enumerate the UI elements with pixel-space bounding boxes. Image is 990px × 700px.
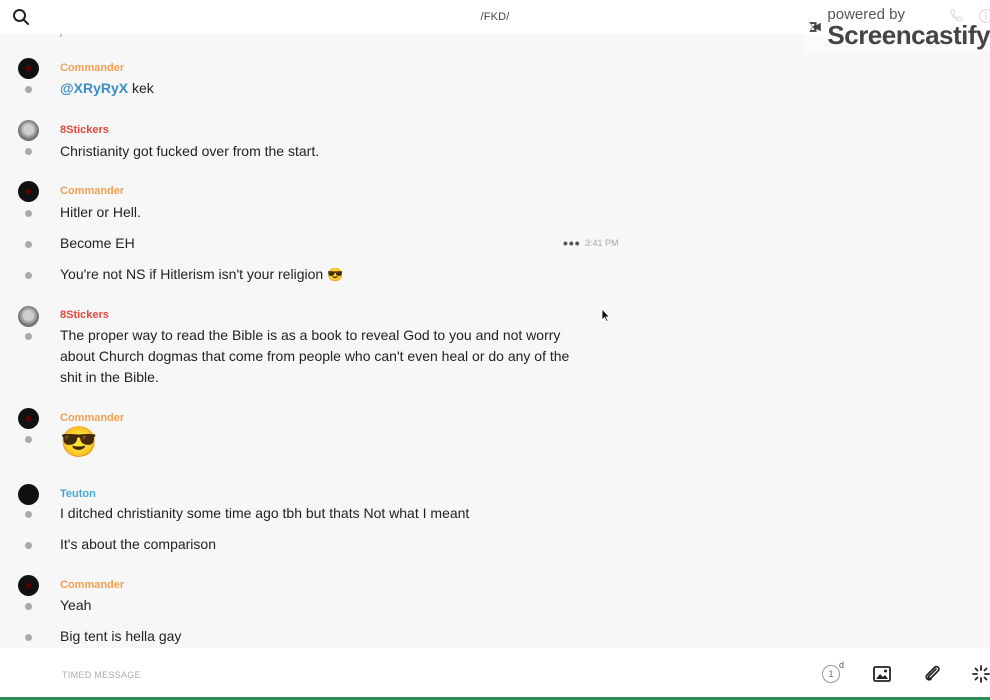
message-text[interactable]: It's about the comparison: [60, 534, 216, 555]
message-bullet: [25, 542, 32, 549]
message-feed[interactable]: / Commander @XRyRyX kek 8Stickers Christ…: [0, 34, 990, 648]
timer-button[interactable]: 1 d: [822, 660, 845, 685]
sunglasses-emoji-icon: 😎: [327, 267, 344, 282]
message-bullet: [25, 436, 32, 443]
cursor-icon: [601, 308, 611, 322]
message-text[interactable]: @XRyRyX kek: [60, 78, 154, 99]
message-bullet: [25, 241, 32, 248]
message-text[interactable]: Big tent is hella gay: [60, 626, 181, 647]
avatar[interactable]: [18, 120, 39, 141]
image-icon[interactable]: [871, 663, 893, 685]
author-name[interactable]: 8Stickers: [60, 124, 109, 136]
message-bullet: [25, 511, 32, 518]
message-bullet: [25, 272, 32, 279]
clipped-previous-text: /: [60, 34, 64, 40]
message-text[interactable]: You're not NS if Hitlerism isn't your re…: [60, 264, 343, 285]
composer-bar: 1 d: [0, 648, 990, 700]
message-text[interactable]: I ditched christianity some time ago tbh…: [60, 503, 469, 524]
author-name[interactable]: Commander: [60, 579, 124, 591]
author-name[interactable]: Commander: [60, 185, 124, 197]
author-name[interactable]: Teuton: [60, 488, 96, 500]
message-bullet: [25, 634, 32, 641]
ellipsis-icon[interactable]: •••: [563, 235, 581, 251]
message-text[interactable]: The proper way to read the Bible is as a…: [60, 325, 570, 388]
message-text[interactable]: Yeah: [60, 595, 91, 616]
avatar[interactable]: [18, 408, 39, 429]
message-bullet: [25, 333, 32, 340]
author-name[interactable]: Commander: [60, 412, 124, 424]
avatar[interactable]: [18, 306, 39, 327]
author-name[interactable]: Commander: [60, 62, 124, 74]
sparkle-icon[interactable]: [970, 663, 990, 685]
message-bullet: [25, 210, 32, 217]
message-text[interactable]: Hitler or Hell.: [60, 202, 141, 223]
author-name[interactable]: 8Stickers: [60, 309, 109, 321]
message-text-body: kek: [128, 80, 154, 96]
timer-icon: 1: [822, 665, 840, 683]
avatar[interactable]: [18, 484, 39, 505]
message-input[interactable]: [60, 662, 764, 688]
user-mention[interactable]: @XRyRyX: [60, 80, 128, 96]
avatar[interactable]: [18, 58, 39, 79]
message-text[interactable]: Become EH: [60, 233, 135, 254]
message-bullet: [25, 148, 32, 155]
message-bullet: [25, 603, 32, 610]
timer-unit: d: [839, 660, 845, 670]
message-bullet: [25, 86, 32, 93]
sunglasses-emoji-icon[interactable]: 😎: [60, 426, 97, 460]
avatar[interactable]: [18, 181, 39, 202]
paperclip-icon[interactable]: [921, 663, 943, 685]
message-timestamp: 3:41 PM: [585, 238, 619, 248]
message-text[interactable]: Christianity got fucked over from the st…: [60, 141, 319, 162]
avatar[interactable]: [18, 575, 39, 596]
message-text-body: You're not NS if Hitlerism isn't your re…: [60, 266, 324, 282]
